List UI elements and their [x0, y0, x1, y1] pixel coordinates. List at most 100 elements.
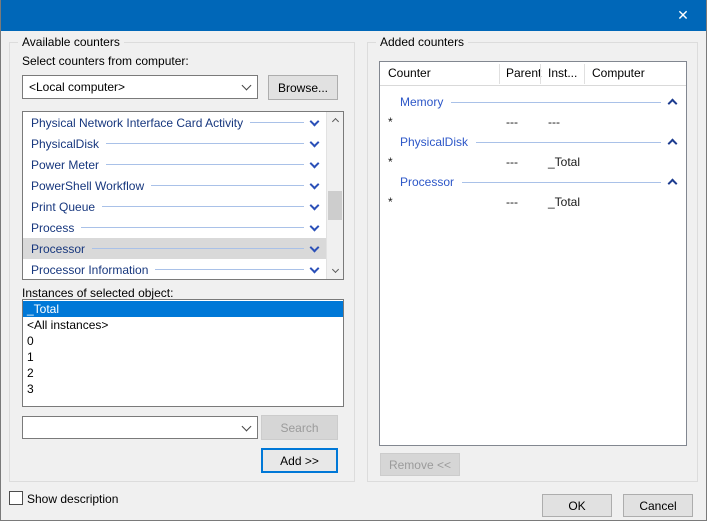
- instance-item[interactable]: 2: [23, 365, 343, 381]
- search-input[interactable]: [23, 421, 235, 435]
- search-button-label: Search: [280, 421, 318, 435]
- instance-item[interactable]: 0: [23, 333, 343, 349]
- chevron-down-icon[interactable]: [310, 137, 320, 147]
- add-counters-dialog: ✕ Available counters Select counters fro…: [0, 0, 707, 521]
- counter-item-label: Processor Information: [31, 263, 148, 277]
- counter-rule: [250, 122, 304, 123]
- counter-rule: [151, 185, 304, 186]
- group-rule: [476, 142, 661, 143]
- cell-instance: _Total: [548, 195, 580, 209]
- counter-item[interactable]: Processor Information: [23, 259, 326, 280]
- group-rule: [451, 102, 661, 103]
- column-header-computer[interactable]: Computer: [592, 66, 645, 80]
- counter-item-selected[interactable]: Processor: [23, 238, 326, 259]
- computer-combobox[interactable]: [22, 75, 258, 99]
- counter-item[interactable]: PhysicalDisk: [23, 133, 326, 154]
- scroll-up-button[interactable]: [327, 112, 343, 129]
- show-description-checkbox[interactable]: [9, 491, 23, 505]
- browse-button-label: Browse...: [278, 81, 328, 95]
- chevron-down-icon[interactable]: [310, 158, 320, 168]
- scroll-down-button[interactable]: [327, 262, 343, 279]
- counter-rule: [106, 164, 304, 165]
- counter-item-label: PhysicalDisk: [31, 137, 99, 151]
- chevron-down-icon: [331, 265, 338, 272]
- counter-item[interactable]: Physical Network Interface Card Activity: [23, 112, 326, 133]
- added-counters-table[interactable]: Counter Parent Inst... Computer Memory *…: [379, 61, 687, 446]
- instance-item-selected[interactable]: _Total: [23, 301, 343, 317]
- chevron-up-icon: [331, 118, 338, 125]
- counter-item[interactable]: Process: [23, 217, 326, 238]
- add-button-label: Add >>: [280, 454, 319, 468]
- counter-item[interactable]: PowerShell Workflow: [23, 175, 326, 196]
- chevron-down-icon[interactable]: [310, 200, 320, 210]
- added-counters-legend: Added counters: [376, 35, 468, 49]
- remove-button-label: Remove <<: [389, 458, 451, 472]
- column-header-instance[interactable]: Inst...: [548, 66, 577, 80]
- show-description-label: Show description: [27, 492, 118, 506]
- browse-button[interactable]: Browse...: [268, 75, 338, 100]
- counter-item[interactable]: Power Meter: [23, 154, 326, 175]
- cell-counter: *: [388, 115, 393, 129]
- chevron-down-icon[interactable]: [310, 179, 320, 189]
- counter-group-header[interactable]: Memory: [380, 92, 686, 112]
- chevron-down-icon[interactable]: [310, 263, 320, 273]
- instance-item[interactable]: 1: [23, 349, 343, 365]
- column-separator[interactable]: [540, 64, 541, 84]
- counter-rule: [102, 206, 304, 207]
- instance-item[interactable]: <All instances>: [23, 317, 343, 333]
- counter-item-label: Processor: [31, 242, 85, 256]
- counter-item[interactable]: Print Queue: [23, 196, 326, 217]
- group-name: Processor: [400, 175, 454, 189]
- table-row[interactable]: * --- _Total: [380, 152, 686, 172]
- group-rule: [462, 182, 661, 183]
- search-dropdown-zone[interactable]: [235, 426, 257, 430]
- cell-counter: *: [388, 155, 393, 169]
- counter-item-label: Process: [31, 221, 74, 235]
- counters-scrollbar[interactable]: [326, 112, 343, 279]
- table-row[interactable]: * --- ---: [380, 112, 686, 132]
- counters-listbox[interactable]: Physical Network Interface Card Activity…: [22, 111, 344, 280]
- counter-group-header[interactable]: Processor: [380, 172, 686, 192]
- instance-item[interactable]: 3: [23, 381, 343, 397]
- chevron-down-icon: [241, 81, 251, 91]
- search-button[interactable]: Search: [261, 415, 338, 440]
- counter-group-header[interactable]: PhysicalDisk: [380, 132, 686, 152]
- remove-button[interactable]: Remove <<: [380, 453, 460, 476]
- table-row[interactable]: * --- _Total: [380, 192, 686, 212]
- computer-combobox-value[interactable]: [23, 80, 235, 94]
- instances-listbox[interactable]: _Total <All instances> 0 1 2 3: [22, 299, 344, 407]
- group-name: Memory: [400, 95, 443, 109]
- chevron-up-icon[interactable]: [668, 99, 678, 109]
- chevron-down-icon[interactable]: [310, 242, 320, 252]
- chevron-down-icon[interactable]: [310, 116, 320, 126]
- cell-instance: _Total: [548, 155, 580, 169]
- scrollbar-thumb[interactable]: [328, 191, 342, 220]
- cancel-button[interactable]: Cancel: [623, 494, 693, 517]
- instances-label: Instances of selected object:: [22, 286, 173, 300]
- counter-rule: [155, 269, 304, 270]
- cell-instance: ---: [548, 115, 560, 129]
- ok-button[interactable]: OK: [542, 494, 612, 517]
- available-counters-group: Available counters Select counters from …: [9, 42, 355, 482]
- cell-parent: ---: [506, 115, 518, 129]
- counter-rule: [92, 248, 304, 249]
- counter-item-label: Power Meter: [31, 158, 99, 172]
- counter-rule: [106, 143, 304, 144]
- add-button[interactable]: Add >>: [261, 448, 338, 473]
- close-button[interactable]: ✕: [660, 0, 706, 31]
- column-header-counter[interactable]: Counter: [388, 66, 431, 80]
- search-combobox[interactable]: [22, 416, 258, 439]
- group-name: PhysicalDisk: [400, 135, 468, 149]
- column-header-parent[interactable]: Parent: [506, 66, 541, 80]
- close-icon: ✕: [677, 7, 689, 24]
- added-counters-group: Added counters Counter Parent Inst... Co…: [367, 42, 698, 482]
- counter-rule: [81, 227, 304, 228]
- combobox-dropdown-zone[interactable]: [235, 85, 257, 89]
- select-computer-label: Select counters from computer:: [22, 54, 189, 68]
- chevron-up-icon[interactable]: [668, 139, 678, 149]
- column-separator[interactable]: [584, 64, 585, 84]
- column-separator[interactable]: [499, 64, 500, 84]
- chevron-up-icon[interactable]: [668, 179, 678, 189]
- cell-parent: ---: [506, 195, 518, 209]
- chevron-down-icon[interactable]: [310, 221, 320, 231]
